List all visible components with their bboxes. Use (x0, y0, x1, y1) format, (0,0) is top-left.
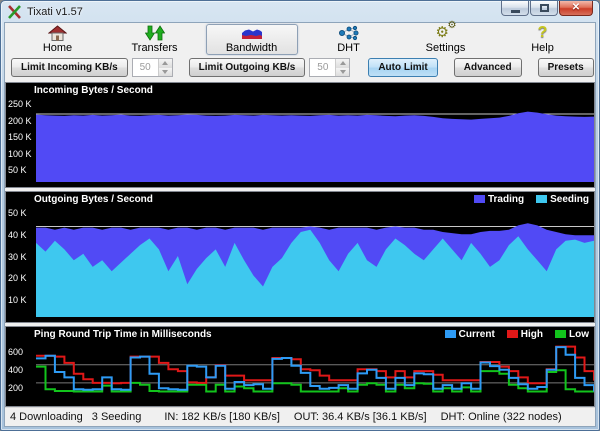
minimize-button[interactable] (501, 1, 529, 16)
outgoing-chart-legend: Trading Seeding (462, 194, 589, 205)
main-toolbar: Home Transfers Bandwid (5, 23, 595, 56)
nav-home-label: Home (43, 42, 72, 54)
nav-help[interactable]: ? Help (497, 24, 589, 55)
maximize-icon (540, 4, 549, 12)
ping-chart-panel: Ping Round Trip Time in Milliseconds Cur… (5, 326, 595, 407)
y-axis-tick-label: 10 K (8, 296, 27, 305)
outgoing-chart-panel: Outgoing Bytes / Second Trading Seeding … (5, 191, 595, 323)
nav-settings[interactable]: ⚙⚙ Settings (400, 24, 492, 55)
legend-item-low: Low (555, 329, 589, 340)
y-axis-tick-label: 50 K (8, 209, 27, 218)
low-legend-label: Low (569, 329, 589, 340)
help-icon: ? (538, 25, 548, 41)
status-seeding: 3 Seeding (92, 411, 142, 423)
y-axis-tick-label: 200 (8, 384, 23, 393)
y-axis-tick-label: 250 K (8, 100, 32, 109)
nav-home[interactable]: Home (12, 24, 104, 55)
legend-item-seeding: Seeding (536, 194, 589, 205)
outgoing-chart-plot: 50 K 40 K 30 K 20 K 10 K (6, 206, 594, 322)
statusbar: 4 Downloading 3 Seeding IN: 182 KB/s [18… (5, 407, 595, 426)
outgoing-chart-header: Outgoing Bytes / Second Trading Seeding (6, 192, 594, 206)
nav-bandwidth[interactable]: Bandwidth (206, 24, 298, 55)
close-button[interactable]: ✕ (559, 1, 593, 16)
auto-limit-button[interactable]: Auto Limit (368, 58, 437, 77)
app-window: Tixati v1.57 ✕ Home (0, 0, 600, 431)
seeding-legend-label: Seeding (550, 194, 589, 205)
window-controls: ✕ (501, 1, 593, 16)
ping-chart-header: Ping Round Trip Time in Milliseconds Cur… (6, 327, 594, 341)
limit-outgoing-spin-arrows (335, 59, 349, 76)
home-icon (48, 25, 67, 41)
incoming-chart-header: Incoming Bytes / Second (6, 83, 594, 97)
window-content: Home Transfers Bandwid (4, 22, 596, 427)
status-incoming-rate: IN: 182 KB/s [180 KB/s] (164, 411, 280, 423)
current-legend-label: Current (459, 329, 495, 340)
high-legend-label: High (521, 329, 543, 340)
bandwidth-icon (241, 25, 263, 41)
limit-outgoing-spinner[interactable]: 50 (309, 58, 350, 77)
limit-incoming-spinner[interactable]: 50 (132, 58, 173, 77)
ping-chart-legend: Current High Low (433, 329, 589, 340)
nav-dht-label: DHT (337, 42, 360, 54)
limit-incoming-value: 50 (133, 59, 158, 76)
trading-swatch-icon (474, 195, 485, 203)
y-axis-tick-label: 20 K (8, 274, 27, 283)
close-icon: ✕ (572, 3, 580, 13)
y-axis-tick-label: 600 (8, 348, 23, 357)
transfers-icon (145, 25, 165, 41)
incoming-chart-title: Incoming Bytes / Second (34, 85, 153, 96)
legend-item-trading: Trading (474, 194, 524, 205)
incoming-chart-panel: Incoming Bytes / Second 250 K 200 K 150 K 1… (5, 82, 595, 188)
y-axis-tick-label: 30 K (8, 253, 27, 262)
titlebar: Tixati v1.57 ✕ (1, 1, 599, 22)
nav-transfers-label: Transfers (131, 42, 177, 54)
window-title: Tixati v1.57 (27, 6, 83, 18)
maximize-button[interactable] (530, 1, 558, 16)
outgoing-chart-title: Outgoing Bytes / Second (34, 194, 153, 205)
tixati-logo-icon (7, 5, 22, 19)
nav-dht[interactable]: DHT (303, 24, 395, 55)
y-axis-tick-label: 50 K (8, 166, 27, 175)
limit-outgoing-button[interactable]: Limit Outgoing KB/s (189, 58, 306, 77)
seeding-swatch-icon (536, 195, 547, 203)
spin-up-icon[interactable] (159, 59, 172, 68)
nav-settings-label: Settings (426, 42, 466, 54)
nav-transfers[interactable]: Transfers (109, 24, 201, 55)
spin-up-icon[interactable] (336, 59, 349, 68)
nav-help-label: Help (531, 42, 554, 54)
spin-down-icon[interactable] (336, 68, 349, 77)
high-swatch-icon (507, 330, 518, 338)
y-axis-tick-label: 150 K (8, 133, 32, 142)
limit-incoming-spin-arrows (158, 59, 172, 76)
y-axis-tick-label: 100 K (8, 150, 32, 159)
advanced-button[interactable]: Advanced (454, 58, 522, 77)
spin-down-icon[interactable] (159, 68, 172, 77)
ping-chart-plot: 600 400 200 (6, 341, 594, 406)
status-outgoing-rate: OUT: 36.4 KB/s [36.1 KB/s] (294, 411, 427, 423)
status-downloading: 4 Downloading (10, 411, 83, 423)
y-axis-tick-label: 400 (8, 366, 23, 375)
status-dht: DHT: Online (322 nodes) (441, 411, 562, 423)
minimize-icon (511, 10, 520, 13)
limit-outgoing-value: 50 (310, 59, 335, 76)
low-swatch-icon (555, 330, 566, 338)
y-axis-tick-label: 200 K (8, 117, 32, 126)
ping-chart-title: Ping Round Trip Time in Milliseconds (34, 329, 212, 340)
bandwidth-toolbar: Limit Incoming KB/s 50 Limit Outgoing KB… (5, 56, 595, 80)
limit-incoming-button[interactable]: Limit Incoming KB/s (11, 58, 128, 77)
current-swatch-icon (445, 330, 456, 338)
incoming-chart-plot: 250 K 200 K 150 K 100 K 50 K (6, 97, 594, 187)
legend-item-high: High (507, 329, 543, 340)
settings-icon: ⚙⚙ (436, 25, 456, 41)
charts-area: Incoming Bytes / Second 250 K 200 K 150 K 1… (5, 80, 595, 407)
trading-legend-label: Trading (488, 194, 524, 205)
y-axis-tick-label: 40 K (8, 231, 27, 240)
nav-bandwidth-label: Bandwidth (226, 42, 277, 54)
dht-icon (338, 25, 360, 41)
presets-button[interactable]: Presets (538, 58, 594, 77)
legend-item-current: Current (445, 329, 495, 340)
